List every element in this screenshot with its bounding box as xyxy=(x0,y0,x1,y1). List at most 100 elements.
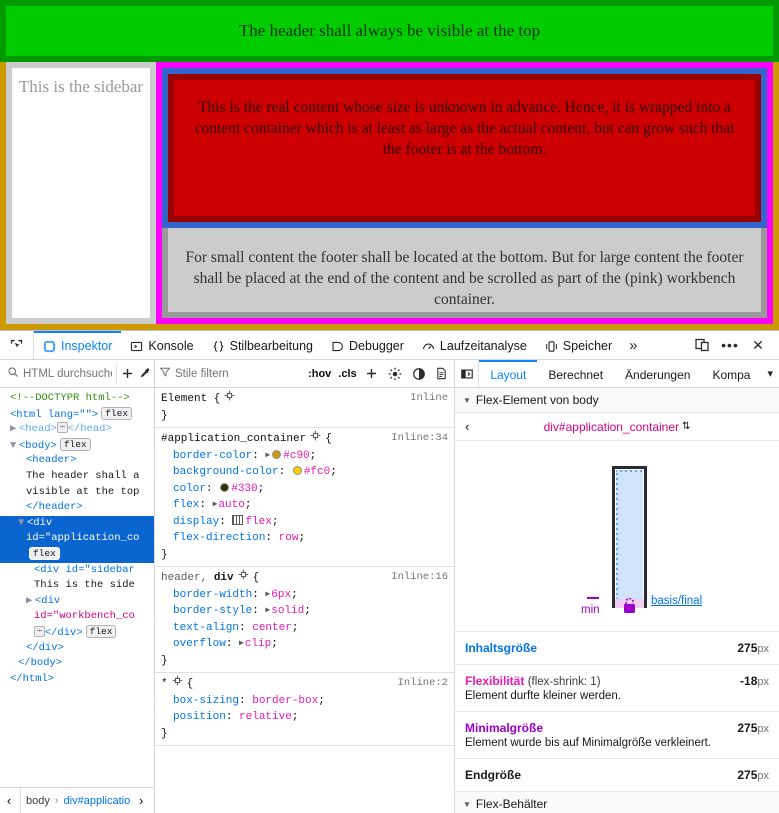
css-rule[interactable]: #application_container { Inline:34 borde… xyxy=(155,428,454,567)
css-declaration[interactable]: color: #330; xyxy=(155,481,454,498)
tab-laufzeitanalyse[interactable]: Laufzeitanalyse xyxy=(413,331,536,359)
tab-inspektor[interactable]: Inspektor xyxy=(34,331,122,359)
markup-line[interactable]: <!--DOCTYPR html--> xyxy=(0,391,154,407)
flex-display-icon[interactable] xyxy=(232,514,244,525)
caret-down-icon[interactable]: ▼ xyxy=(463,396,471,405)
color-swatch[interactable] xyxy=(220,482,230,492)
markup-line[interactable]: id="workbench_co xyxy=(0,609,154,625)
row-title[interactable]: Inhaltsgröße xyxy=(465,641,537,655)
ellipsis-badge[interactable]: ⋯ xyxy=(34,625,45,637)
print-media-icon[interactable] xyxy=(432,363,452,385)
markup-line[interactable]: </header> xyxy=(0,500,154,516)
markup-line[interactable]: </html> xyxy=(0,672,154,688)
basis-final-label[interactable]: basis/final xyxy=(651,595,702,607)
close-icon[interactable]: ✕ xyxy=(745,332,771,358)
expand-twisty-icon[interactable]: ▶ xyxy=(26,594,35,610)
search-input[interactable] xyxy=(23,367,112,380)
collapse-twisty-icon[interactable]: ▼ xyxy=(18,516,27,532)
dark-mode-icon[interactable] xyxy=(408,363,428,385)
rule-tool-icon[interactable] xyxy=(238,569,249,587)
css-declaration[interactable]: overflow: ▶clip; xyxy=(155,636,454,653)
layout-tab-overflow-icon[interactable]: ▾ xyxy=(761,360,779,387)
css-declaration[interactable]: border-color: ▶ #c90; xyxy=(155,448,454,465)
responsive-design-mode-icon[interactable] xyxy=(689,332,715,358)
tab-konsole[interactable]: Konsole xyxy=(121,331,202,359)
html-search[interactable] xyxy=(2,366,112,381)
markup-line[interactable]: <div id="sidebar xyxy=(0,563,154,579)
css-rule[interactable]: header, div { Inline:16 border-width: ▶6… xyxy=(155,567,454,673)
css-selector[interactable]: header, div xyxy=(161,570,234,587)
flex-item-element-name[interactable]: div#application_container xyxy=(544,420,679,434)
ellipsis-badge[interactable]: ⋯ xyxy=(56,422,68,434)
color-swatch[interactable] xyxy=(272,449,282,459)
markup-line-selected[interactable]: id="application_co xyxy=(0,531,154,547)
rule-origin[interactable]: Inline:34 xyxy=(391,431,448,447)
tab-aenderungen[interactable]: Änderungen xyxy=(614,360,701,387)
css-declaration[interactable]: background-color: #fc0; xyxy=(155,464,454,481)
rule-origin[interactable]: Inline:16 xyxy=(391,570,448,586)
color-swatch[interactable] xyxy=(292,466,302,475)
style-filter-input[interactable] xyxy=(175,367,304,380)
meatball-menu-icon[interactable]: ••• xyxy=(717,332,743,358)
expand-icon[interactable]: ▶ xyxy=(265,450,270,462)
flex-item-section-header[interactable]: ▼ Flex-Element von body xyxy=(455,388,779,413)
breadcrumb-item-body[interactable]: body xyxy=(26,795,50,807)
flex-badge[interactable]: flex xyxy=(59,437,91,451)
markup-line[interactable]: <html lang=""> flex xyxy=(0,406,154,423)
eyedropper-icon[interactable] xyxy=(137,363,152,385)
expand-icon[interactable]: ▶ xyxy=(239,638,244,650)
markup-line[interactable]: ▶ <head> ⋯ </head> xyxy=(0,422,154,438)
rule-tool-icon[interactable] xyxy=(172,675,183,693)
breadcrumb-scroll-left-icon[interactable]: ‹ xyxy=(0,793,18,808)
css-selector[interactable]: * xyxy=(161,676,168,693)
flex-badge[interactable]: flex xyxy=(29,546,60,560)
markup-line[interactable]: visible at the top xyxy=(0,485,154,501)
element-dropdown-icon[interactable]: ⇅ xyxy=(682,421,690,432)
markup-line[interactable]: </div> xyxy=(0,641,154,657)
expand-icon[interactable]: ▶ xyxy=(213,499,218,511)
markup-line-selected[interactable]: ▼ <div xyxy=(0,515,154,532)
css-rules-list[interactable]: Element { Inline } #application_containe… xyxy=(155,388,454,813)
flex-badge[interactable]: flex xyxy=(101,406,133,420)
light-mode-icon[interactable] xyxy=(385,363,405,385)
markup-line[interactable]: ▶ <div xyxy=(0,594,154,610)
css-declaration[interactable]: flex-direction: row; xyxy=(155,530,454,547)
collapse-twisty-icon[interactable]: ▼ xyxy=(10,439,19,455)
tab-overflow-chevron-icon[interactable]: » xyxy=(621,331,645,359)
markup-line[interactable]: ⋯ </div> flex xyxy=(0,624,154,641)
markup-line[interactable]: This is the side xyxy=(0,578,154,594)
rule-origin[interactable]: Inline:2 xyxy=(398,676,448,692)
markup-line[interactable]: <header> xyxy=(0,453,154,469)
markup-tree[interactable]: <!--DOCTYPR html--> <html lang=""> flex ▶… xyxy=(0,388,154,787)
markup-line-selected[interactable]: flex xyxy=(0,546,154,563)
css-rule[interactable]: Element { Inline } xyxy=(155,388,454,428)
tab-berechnet[interactable]: Berechnet xyxy=(537,360,614,387)
tab-layout[interactable]: Layout xyxy=(479,360,538,387)
rule-tool-icon[interactable] xyxy=(310,430,321,448)
breadcrumb-scroll-right-icon[interactable]: › xyxy=(132,793,150,808)
breadcrumb-item-application-container[interactable]: div#applicatio xyxy=(64,795,131,807)
css-declaration[interactable]: border-style: ▶solid; xyxy=(155,603,454,620)
css-declaration[interactable]: position: relative; xyxy=(155,709,454,726)
tab-speicher[interactable]: Speicher xyxy=(536,331,621,359)
style-filter[interactable] xyxy=(159,366,304,381)
hover-classes-button[interactable]: :hov xyxy=(306,368,333,380)
rule-tool-icon[interactable] xyxy=(224,390,235,408)
element-classes-button[interactable]: .cls xyxy=(336,368,358,380)
rule-origin[interactable]: Inline xyxy=(410,391,448,407)
css-rule[interactable]: * { Inline:2 box-sizing: border-box; pos… xyxy=(155,673,454,746)
tab-debugger[interactable]: Debugger xyxy=(322,331,413,359)
css-selector[interactable]: Element { xyxy=(161,391,220,408)
css-declaration[interactable]: box-sizing: border-box; xyxy=(155,693,454,710)
row-title[interactable]: Flexibilität xyxy=(465,674,524,688)
tab-stilbearbeitung[interactable]: Stilbearbeitung xyxy=(203,331,322,359)
markup-line[interactable]: ▼ <body> flex xyxy=(0,437,154,455)
add-new-rule-button[interactable] xyxy=(362,363,382,385)
css-declaration[interactable]: flex: ▶auto; xyxy=(155,497,454,514)
expand-icon[interactable]: ▶ xyxy=(265,605,270,617)
pane-toggle-icon[interactable] xyxy=(455,360,480,387)
flex-container-section-header[interactable]: ▼ Flex-Behälter xyxy=(455,791,779,813)
element-picker-icon[interactable] xyxy=(0,331,34,359)
markup-line[interactable]: The header shall a xyxy=(0,469,154,485)
row-title[interactable]: Minimalgröße xyxy=(465,721,711,735)
